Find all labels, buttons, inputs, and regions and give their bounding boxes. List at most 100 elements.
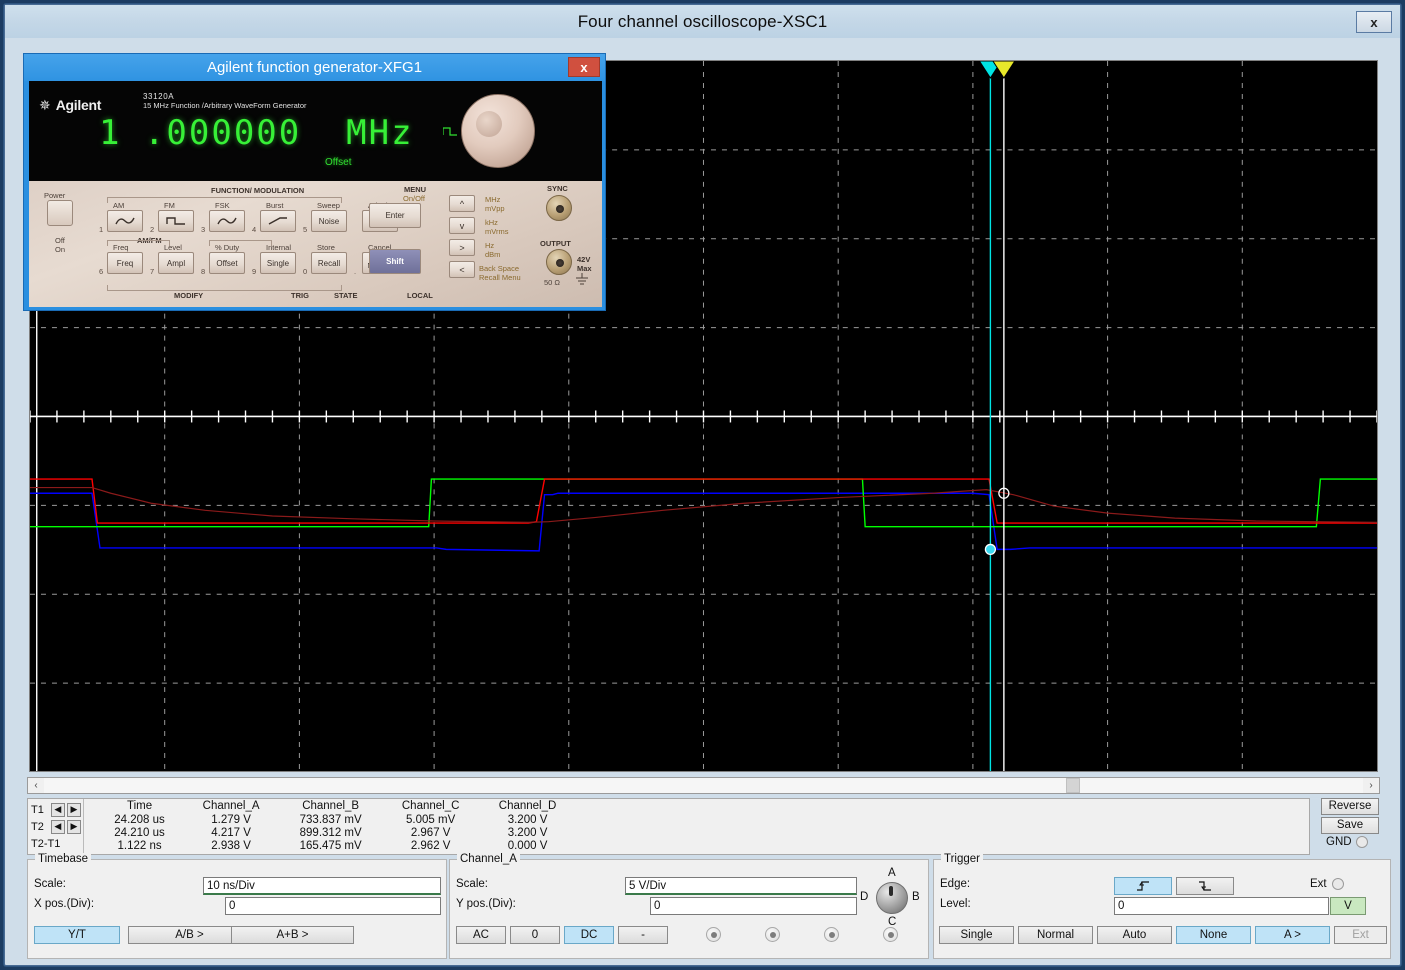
fg-button-recall[interactable]: Recall — [311, 252, 347, 274]
unit-dbm: dBm — [485, 250, 501, 259]
fg-button-sine-icon[interactable] — [209, 210, 245, 232]
trigger-mode-normal[interactable]: Normal — [1018, 926, 1093, 944]
t2-right-button[interactable]: ▶ — [66, 819, 82, 834]
gnd-radio[interactable] — [1355, 836, 1368, 848]
channel-radio-2[interactable] — [765, 927, 780, 942]
reverse-button[interactable]: Reverse — [1321, 798, 1379, 815]
cursor-label-delta: T2-T1 — [31, 837, 61, 850]
oscilloscope-titlebar: Four channel oscilloscope-XSC1 x — [5, 5, 1400, 38]
chevron-left-icon[interactable]: < — [449, 261, 475, 278]
cell-r1-c2: 899.312 mV — [299, 826, 362, 839]
fg-button-single[interactable]: Single — [260, 252, 296, 274]
fg-keynum-.: . — [354, 267, 357, 276]
fgbtn-toplabel-internal: Internal — [266, 243, 292, 252]
cursor-label-t1: T1 — [31, 803, 44, 816]
enter-button[interactable]: Enter — [369, 203, 421, 228]
model-description: 15 MHz Function /Arbitrary WaveForm Gene… — [143, 101, 307, 110]
fg-button-sine-icon[interactable] — [107, 210, 143, 232]
power-button[interactable] — [47, 200, 73, 226]
fgbtn-toplabel-burst: Burst — [266, 201, 284, 210]
section-menu: MENU — [404, 185, 427, 194]
sync-connector[interactable] — [546, 195, 572, 221]
coupling-zero-button[interactable]: 0 — [510, 926, 560, 944]
fg-button-ramp-icon[interactable] — [260, 210, 296, 232]
channel-radio-3[interactable] — [824, 927, 839, 942]
chevron-down-icon[interactable]: v — [449, 217, 475, 234]
t1-left-button[interactable]: ◀ — [50, 802, 65, 817]
close-icon[interactable]: x — [1356, 11, 1392, 33]
fg-button-square-icon[interactable] — [158, 210, 194, 232]
fgbtn-toplabel-sweep: Sweep — [317, 201, 340, 210]
cell-r1-c1: 4.217 V — [211, 826, 251, 839]
t1-right-button[interactable]: ▶ — [66, 802, 82, 817]
table-row: 24.208 us 1.279 V 733.837 mV 5.005 mV 3.200 … — [96, 813, 576, 826]
trigger-mode-auto[interactable]: Auto — [1097, 926, 1172, 944]
trigger-ext-radio[interactable] — [1331, 878, 1344, 890]
sunburst-icon: ✵ — [39, 97, 51, 113]
coupling-none-button[interactable]: - — [618, 926, 668, 944]
column-header-0: Time — [126, 800, 153, 812]
scroll-left-icon[interactable]: ‹ — [28, 778, 44, 793]
coupling-dc-button[interactable]: DC — [564, 926, 614, 944]
fg-button-ampl[interactable]: Ampl — [158, 252, 194, 274]
timebase-title: Timebase — [35, 853, 92, 865]
trigger-source-a[interactable]: A > — [1255, 926, 1330, 944]
cursor-row-t1: T1 ◀ ▶ — [31, 801, 82, 818]
channel-a-scale-label: Scale: — [456, 878, 488, 890]
section-function-modulation: FUNCTION/ MODULATION — [211, 186, 305, 195]
horizontal-scrollbar[interactable]: ‹ › — [27, 777, 1380, 794]
function-generator-title: Agilent function generator-XFG1 — [206, 59, 423, 76]
scroll-right-icon[interactable]: › — [1363, 778, 1379, 793]
fg-button-noise[interactable]: Noise — [311, 210, 347, 232]
cell-r0-c0: 24.208 us — [114, 813, 165, 826]
rising-edge-icon[interactable] — [1114, 877, 1172, 895]
timebase-mode-yt[interactable]: Y/T — [34, 926, 120, 944]
output-connector[interactable] — [546, 249, 572, 275]
chevron-up-icon[interactable]: ^ — [449, 195, 475, 212]
label-back-space: Back Space — [479, 264, 520, 273]
fg-keynum-7: 7 — [150, 267, 155, 276]
rotary-dial[interactable] — [461, 94, 535, 168]
power-on-label: On — [55, 245, 66, 254]
channel-a-scale-row: Scale: — [456, 878, 488, 890]
timebase-scale-input[interactable]: 10 ns/Div — [203, 877, 441, 895]
fg-keynum-9: 9 — [252, 267, 257, 276]
falling-edge-icon[interactable] — [1176, 877, 1234, 895]
channel-a-scale-input[interactable]: 5 V/Div — [625, 877, 857, 895]
cell-r2-c0: 1.122 ns — [117, 839, 162, 852]
fg-button-offset[interactable]: Offset — [209, 252, 245, 274]
modify-brace — [107, 285, 342, 291]
fgbtn-toplabel-level: Level — [164, 243, 182, 252]
trigger-ext-row: Ext — [1310, 878, 1344, 890]
channel-radio-1[interactable] — [706, 927, 721, 942]
cell-r2-c1: 2.938 V — [211, 839, 251, 852]
trigger-group: Trigger Edge: Ext Level: 0 V Single Norm… — [933, 853, 1391, 959]
coupling-ac-button[interactable]: AC — [456, 926, 506, 944]
column-header-3: Channel_C — [401, 800, 460, 812]
trigger-level-input[interactable]: 0 — [1114, 897, 1329, 915]
t2-left-button[interactable]: ◀ — [50, 819, 65, 834]
table-row: 1.122 ns 2.938 V 165.475 mV 2.962 V 0.000 V — [96, 839, 576, 852]
fg-button-freq[interactable]: Freq — [107, 252, 143, 274]
trigger-mode-single[interactable]: Single — [939, 926, 1014, 944]
section-sync: SYNC — [547, 184, 568, 193]
function-generator-body: ✵ Agilent 33120A 15 MHz Function /Arbitr… — [29, 81, 602, 307]
scrollbar-thumb[interactable] — [1066, 778, 1081, 793]
timebase-mode-apb[interactable]: A+B > — [231, 926, 354, 944]
trigger-edge-label: Edge: — [940, 878, 971, 890]
trigger-mode-none[interactable]: None — [1176, 926, 1251, 944]
chevron-right-icon[interactable]: > — [449, 239, 475, 256]
function-generator-window: Agilent function generator-XFG1 x ✵ Agil… — [23, 53, 606, 311]
channel-a-ypos-input[interactable]: 0 — [650, 897, 857, 915]
scrollbar-track[interactable] — [44, 778, 1363, 793]
function-generator-close-icon[interactable]: x — [568, 57, 600, 77]
function-generator-panel: FUNCTION/ MODULATION MENU On/Off MODIFY … — [29, 181, 602, 307]
cursor-marker-0[interactable] — [984, 543, 997, 556]
fgbtn-toplabel---duty: % Duty — [215, 243, 240, 252]
timebase-xpos-row: X pos.(Div): — [34, 898, 94, 910]
channel-selector-knob[interactable] — [876, 882, 908, 914]
shift-button[interactable]: Shift — [369, 249, 421, 274]
trigger-level-unit[interactable]: V — [1330, 897, 1366, 915]
save-button[interactable]: Save — [1321, 817, 1379, 834]
timebase-xpos-input[interactable]: 0 — [225, 897, 441, 915]
